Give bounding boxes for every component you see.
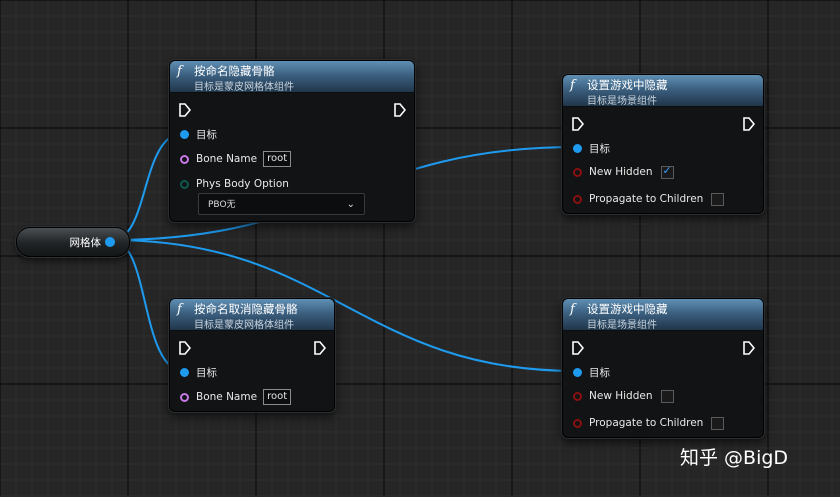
new-hidden-checkbox[interactable] — [660, 389, 674, 403]
phys-body-dropdown[interactable]: PBO无 ⌄ — [198, 193, 365, 215]
new-hidden-pin-row[interactable]: New Hidden — [573, 164, 674, 180]
target-pin[interactable] — [180, 129, 189, 139]
node-title: 按命名隐藏骨骼 — [194, 64, 275, 78]
bone-name-label: Bone Name — [196, 153, 258, 165]
node-subtitle: 目标是蒙皮网格体组件 — [194, 82, 294, 93]
node-subtitle: 目标是蒙皮网格体组件 — [194, 320, 294, 331]
phys-body-pin[interactable] — [180, 179, 189, 189]
propagate-label: Propagate to Children — [589, 417, 704, 429]
set-hidden-in-game-node-1[interactable]: f 设置游戏中隐藏 目标是场景组件 目标 New Hidden Propagat… — [562, 74, 764, 214]
node-header: f 按命名隐藏骨骼 目标是蒙皮网格体组件 — [170, 61, 414, 93]
set-hidden-in-game-node-2[interactable]: f 设置游戏中隐藏 目标是场景组件 目标 New Hidden Propagat… — [562, 298, 764, 438]
target-label: 目标 — [589, 142, 610, 155]
propagate-pin[interactable] — [573, 418, 582, 428]
bone-name-pin-row[interactable]: Bone Name root — [180, 151, 292, 167]
propagate-checkbox[interactable] — [711, 416, 725, 430]
propagate-pin-row[interactable]: Propagate to Children — [573, 415, 725, 431]
propagate-pin-row[interactable]: Propagate to Children — [573, 191, 725, 207]
chevron-down-icon: ⌄ — [346, 199, 355, 210]
node-header: f 设置游戏中隐藏 目标是场景组件 — [563, 299, 763, 331]
variable-output-pin[interactable] — [105, 237, 115, 247]
exec-in-pin[interactable] — [179, 341, 191, 355]
new-hidden-checkbox[interactable] — [660, 164, 674, 179]
exec-out-pin[interactable] — [314, 341, 326, 355]
target-pin-row[interactable]: 目标 — [180, 364, 217, 380]
exec-in-pin[interactable] — [572, 117, 584, 131]
target-pin-row[interactable]: 目标 — [180, 126, 217, 142]
watermark: 知乎 @BigD — [680, 447, 789, 469]
target-pin-row[interactable]: 目标 — [573, 364, 610, 380]
bone-name-pin[interactable] — [180, 392, 189, 402]
function-icon: f — [177, 302, 182, 317]
exec-in-pin[interactable] — [179, 103, 191, 117]
node-title: 按命名取消隐藏骨骼 — [194, 302, 298, 316]
node-subtitle: 目标是场景组件 — [587, 96, 657, 107]
new-hidden-pin[interactable] — [573, 167, 582, 177]
function-icon: f — [570, 78, 575, 93]
function-icon: f — [570, 302, 575, 317]
exec-in-pin[interactable] — [572, 341, 584, 355]
unhide-bone-by-name-node[interactable]: f 按命名取消隐藏骨骼 目标是蒙皮网格体组件 目标 Bone Name root — [169, 298, 335, 412]
node-subtitle: 目标是场景组件 — [587, 320, 657, 331]
node-header: f 按命名取消隐藏骨骼 目标是蒙皮网格体组件 — [170, 299, 334, 331]
exec-out-pin[interactable] — [743, 117, 755, 131]
bone-name-pin[interactable] — [180, 154, 189, 164]
new-hidden-pin[interactable] — [573, 391, 582, 401]
propagate-pin[interactable] — [573, 194, 582, 204]
bone-name-label: Bone Name — [196, 391, 258, 403]
variable-label: 网格体 — [69, 237, 102, 249]
target-label: 目标 — [196, 366, 217, 379]
propagate-label: Propagate to Children — [589, 193, 704, 205]
exec-out-pin[interactable] — [743, 341, 755, 355]
node-header: f 设置游戏中隐藏 目标是场景组件 — [563, 75, 763, 107]
target-pin-row[interactable]: 目标 — [573, 140, 610, 156]
bone-name-input[interactable]: root — [263, 151, 292, 167]
function-icon: f — [177, 64, 182, 79]
target-pin[interactable] — [573, 143, 582, 153]
new-hidden-pin-row[interactable]: New Hidden — [573, 388, 674, 404]
bone-name-input[interactable]: root — [263, 389, 292, 405]
phys-body-label: Phys Body Option — [196, 178, 289, 190]
target-label: 目标 — [196, 128, 217, 141]
exec-out-pin[interactable] — [394, 103, 406, 117]
hide-bone-by-name-node[interactable]: f 按命名隐藏骨骼 目标是蒙皮网格体组件 目标 Bone Name root P… — [169, 60, 415, 222]
target-pin[interactable] — [573, 367, 582, 377]
mesh-variable-node[interactable]: 网格体 — [16, 227, 130, 257]
propagate-checkbox[interactable] — [711, 192, 725, 206]
node-title: 设置游戏中隐藏 — [587, 78, 668, 92]
target-pin[interactable] — [180, 367, 189, 377]
new-hidden-label: New Hidden — [589, 166, 653, 178]
target-label: 目标 — [589, 366, 610, 379]
bone-name-pin-row[interactable]: Bone Name root — [180, 389, 292, 405]
new-hidden-label: New Hidden — [589, 390, 653, 402]
node-title: 设置游戏中隐藏 — [587, 302, 668, 316]
phys-body-pin-row[interactable]: Phys Body Option — [180, 176, 289, 192]
phys-body-value: PBO无 — [208, 200, 236, 210]
